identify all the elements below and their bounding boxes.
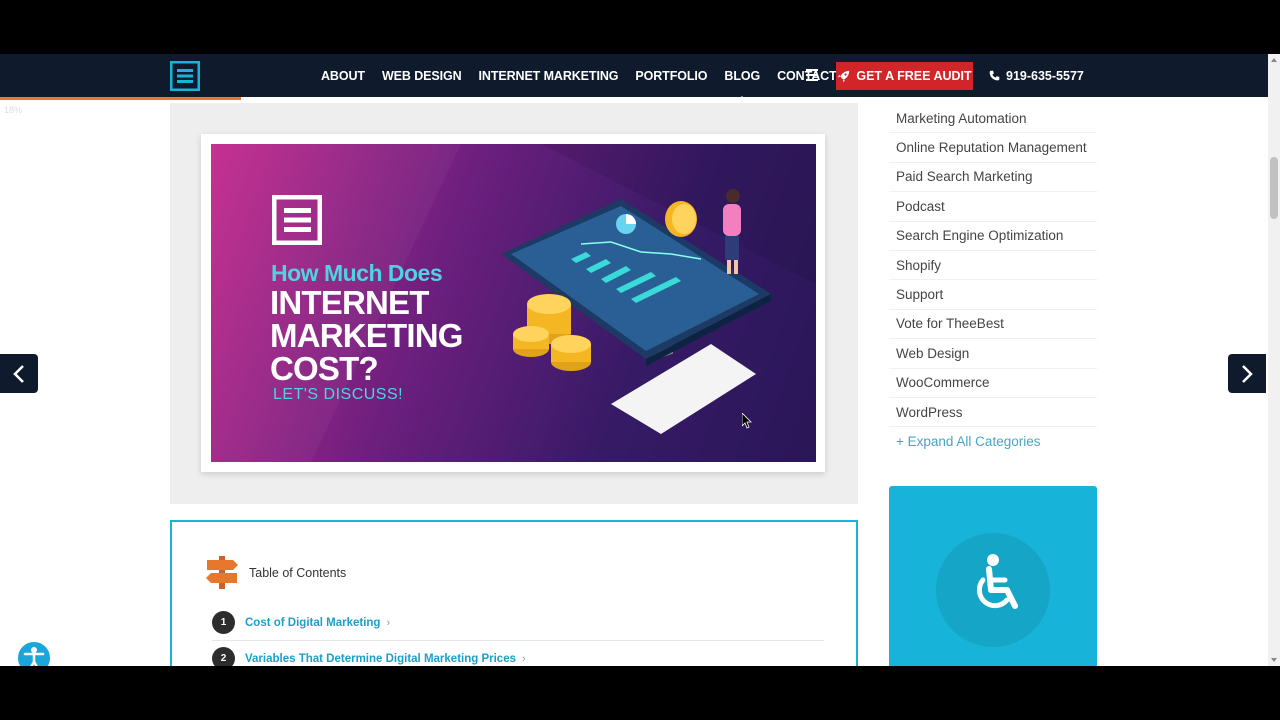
toc-item-2[interactable]: 2 Variables That Determine Digital Marke… <box>212 647 526 666</box>
reading-progress-bar <box>0 97 241 100</box>
next-post-button[interactable] <box>1228 354 1266 393</box>
chevron-left-icon <box>13 364 24 383</box>
hero-headline: INTERNET MARKETING COST? <box>270 286 463 385</box>
menu-icon[interactable] <box>806 69 818 81</box>
free-audit-label: GET A FREE AUDIT <box>856 69 972 83</box>
hero-logo-icon <box>272 195 322 245</box>
toc-item-1[interactable]: 1 Cost of Digital Marketing › <box>212 611 390 634</box>
category-link[interactable]: Shopify <box>889 251 1097 281</box>
page-viewport: ABOUT WEB DESIGN INTERNET MARKETING PORT… <box>0 54 1280 666</box>
logo-icon[interactable] <box>170 61 200 91</box>
hero-line-1: How Much Does <box>271 260 443 286</box>
chevron-right-icon: › <box>522 652 526 665</box>
chevron-right-icon <box>1242 364 1253 383</box>
tablet-coins-illustration <box>501 189 771 434</box>
phone-icon <box>989 70 1000 81</box>
scroll-up-arrow[interactable] <box>1271 58 1277 62</box>
nav-portfolio[interactable]: PORTFOLIO <box>635 69 707 83</box>
page-scrollbar[interactable] <box>1268 54 1280 666</box>
sidebar-categories: Marketing Automation Online Reputation M… <box>889 104 1097 457</box>
toc-title: Table of Contents <box>249 566 347 580</box>
scroll-thumb[interactable] <box>1270 157 1278 219</box>
table-of-contents: Table of Contents 1 Cost of Digital Mark… <box>170 520 858 666</box>
scroll-down-arrow[interactable] <box>1271 658 1277 662</box>
rocket-icon <box>838 70 850 82</box>
prev-post-button[interactable] <box>0 354 38 393</box>
phone-link[interactable]: 919-635-5577 <box>989 54 1084 97</box>
category-link[interactable]: Paid Search Marketing <box>889 163 1097 193</box>
toc-link[interactable]: Variables That Determine Digital Marketi… <box>245 653 516 665</box>
category-link[interactable]: Online Reputation Management <box>889 133 1097 163</box>
hero-line-4: COST? <box>270 350 379 387</box>
featured-image: How Much Does INTERNET MARKETING COST? L… <box>211 144 816 462</box>
mouse-cursor-icon <box>742 413 752 429</box>
toc-divider <box>212 640 824 641</box>
category-link[interactable]: Vote for TheeBest <box>889 310 1097 340</box>
toc-number: 2 <box>212 647 235 666</box>
nav-links: ABOUT WEB DESIGN INTERNET MARKETING PORT… <box>321 54 854 101</box>
category-link[interactable]: Support <box>889 280 1097 310</box>
nav-web-design[interactable]: WEB DESIGN <box>382 69 462 83</box>
hero-line-3: MARKETING <box>270 317 463 354</box>
phone-number: 919-635-5577 <box>1006 68 1084 83</box>
nav-internet-marketing[interactable]: INTERNET MARKETING <box>479 69 619 83</box>
featured-image-frame: How Much Does INTERNET MARKETING COST? L… <box>201 134 825 472</box>
accessibility-icon <box>23 647 45 666</box>
toc-number: 1 <box>212 611 235 634</box>
category-link[interactable]: Podcast <box>889 192 1097 222</box>
accessibility-widget-button[interactable] <box>16 640 52 666</box>
featured-image-section: How Much Does INTERNET MARKETING COST? L… <box>170 103 858 504</box>
nav-blog[interactable]: BLOG <box>724 69 760 101</box>
nav-about[interactable]: ABOUT <box>321 69 365 83</box>
top-nav: ABOUT WEB DESIGN INTERNET MARKETING PORT… <box>0 54 1268 101</box>
category-link[interactable]: WordPress <box>889 398 1097 428</box>
toc-link[interactable]: Cost of Digital Marketing <box>245 617 380 629</box>
category-link[interactable]: Web Design <box>889 339 1097 369</box>
signpost-icon <box>206 556 238 589</box>
wheelchair-icon <box>976 554 1018 609</box>
category-link[interactable]: Marketing Automation <box>889 104 1097 134</box>
expand-categories-link[interactable]: + Expand All Categories <box>889 427 1097 456</box>
hero-line-5: LET'S DISCUSS! <box>273 386 404 403</box>
accessibility-card[interactable] <box>889 486 1097 666</box>
category-link[interactable]: WooCommerce <box>889 369 1097 398</box>
chevron-right-icon: › <box>386 616 391 629</box>
reading-progress-text: 18% <box>4 105 23 115</box>
free-audit-button[interactable]: GET A FREE AUDIT <box>836 62 973 90</box>
hero-line-2: INTERNET <box>270 284 429 321</box>
category-link[interactable]: Search Engine Optimization <box>889 222 1097 251</box>
